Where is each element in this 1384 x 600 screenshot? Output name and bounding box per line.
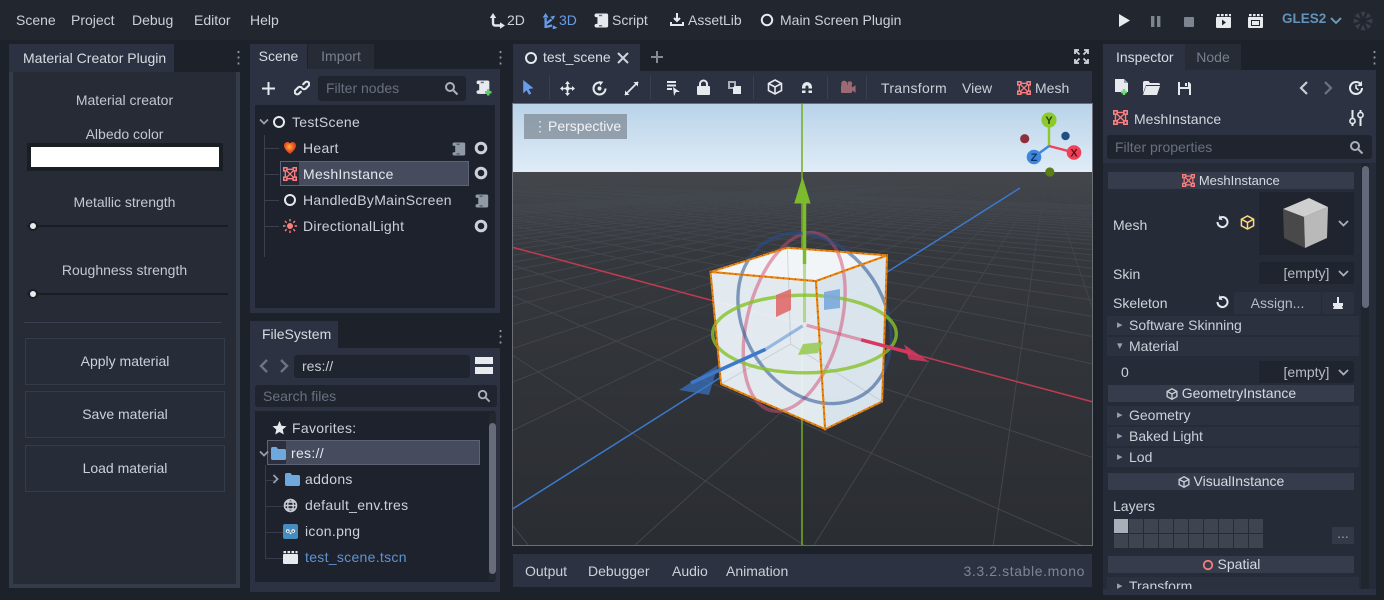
svg-text:Y: Y [1045,115,1053,127]
svg-text:X: X [1070,148,1078,160]
svg-text:Z: Z [1031,152,1038,164]
